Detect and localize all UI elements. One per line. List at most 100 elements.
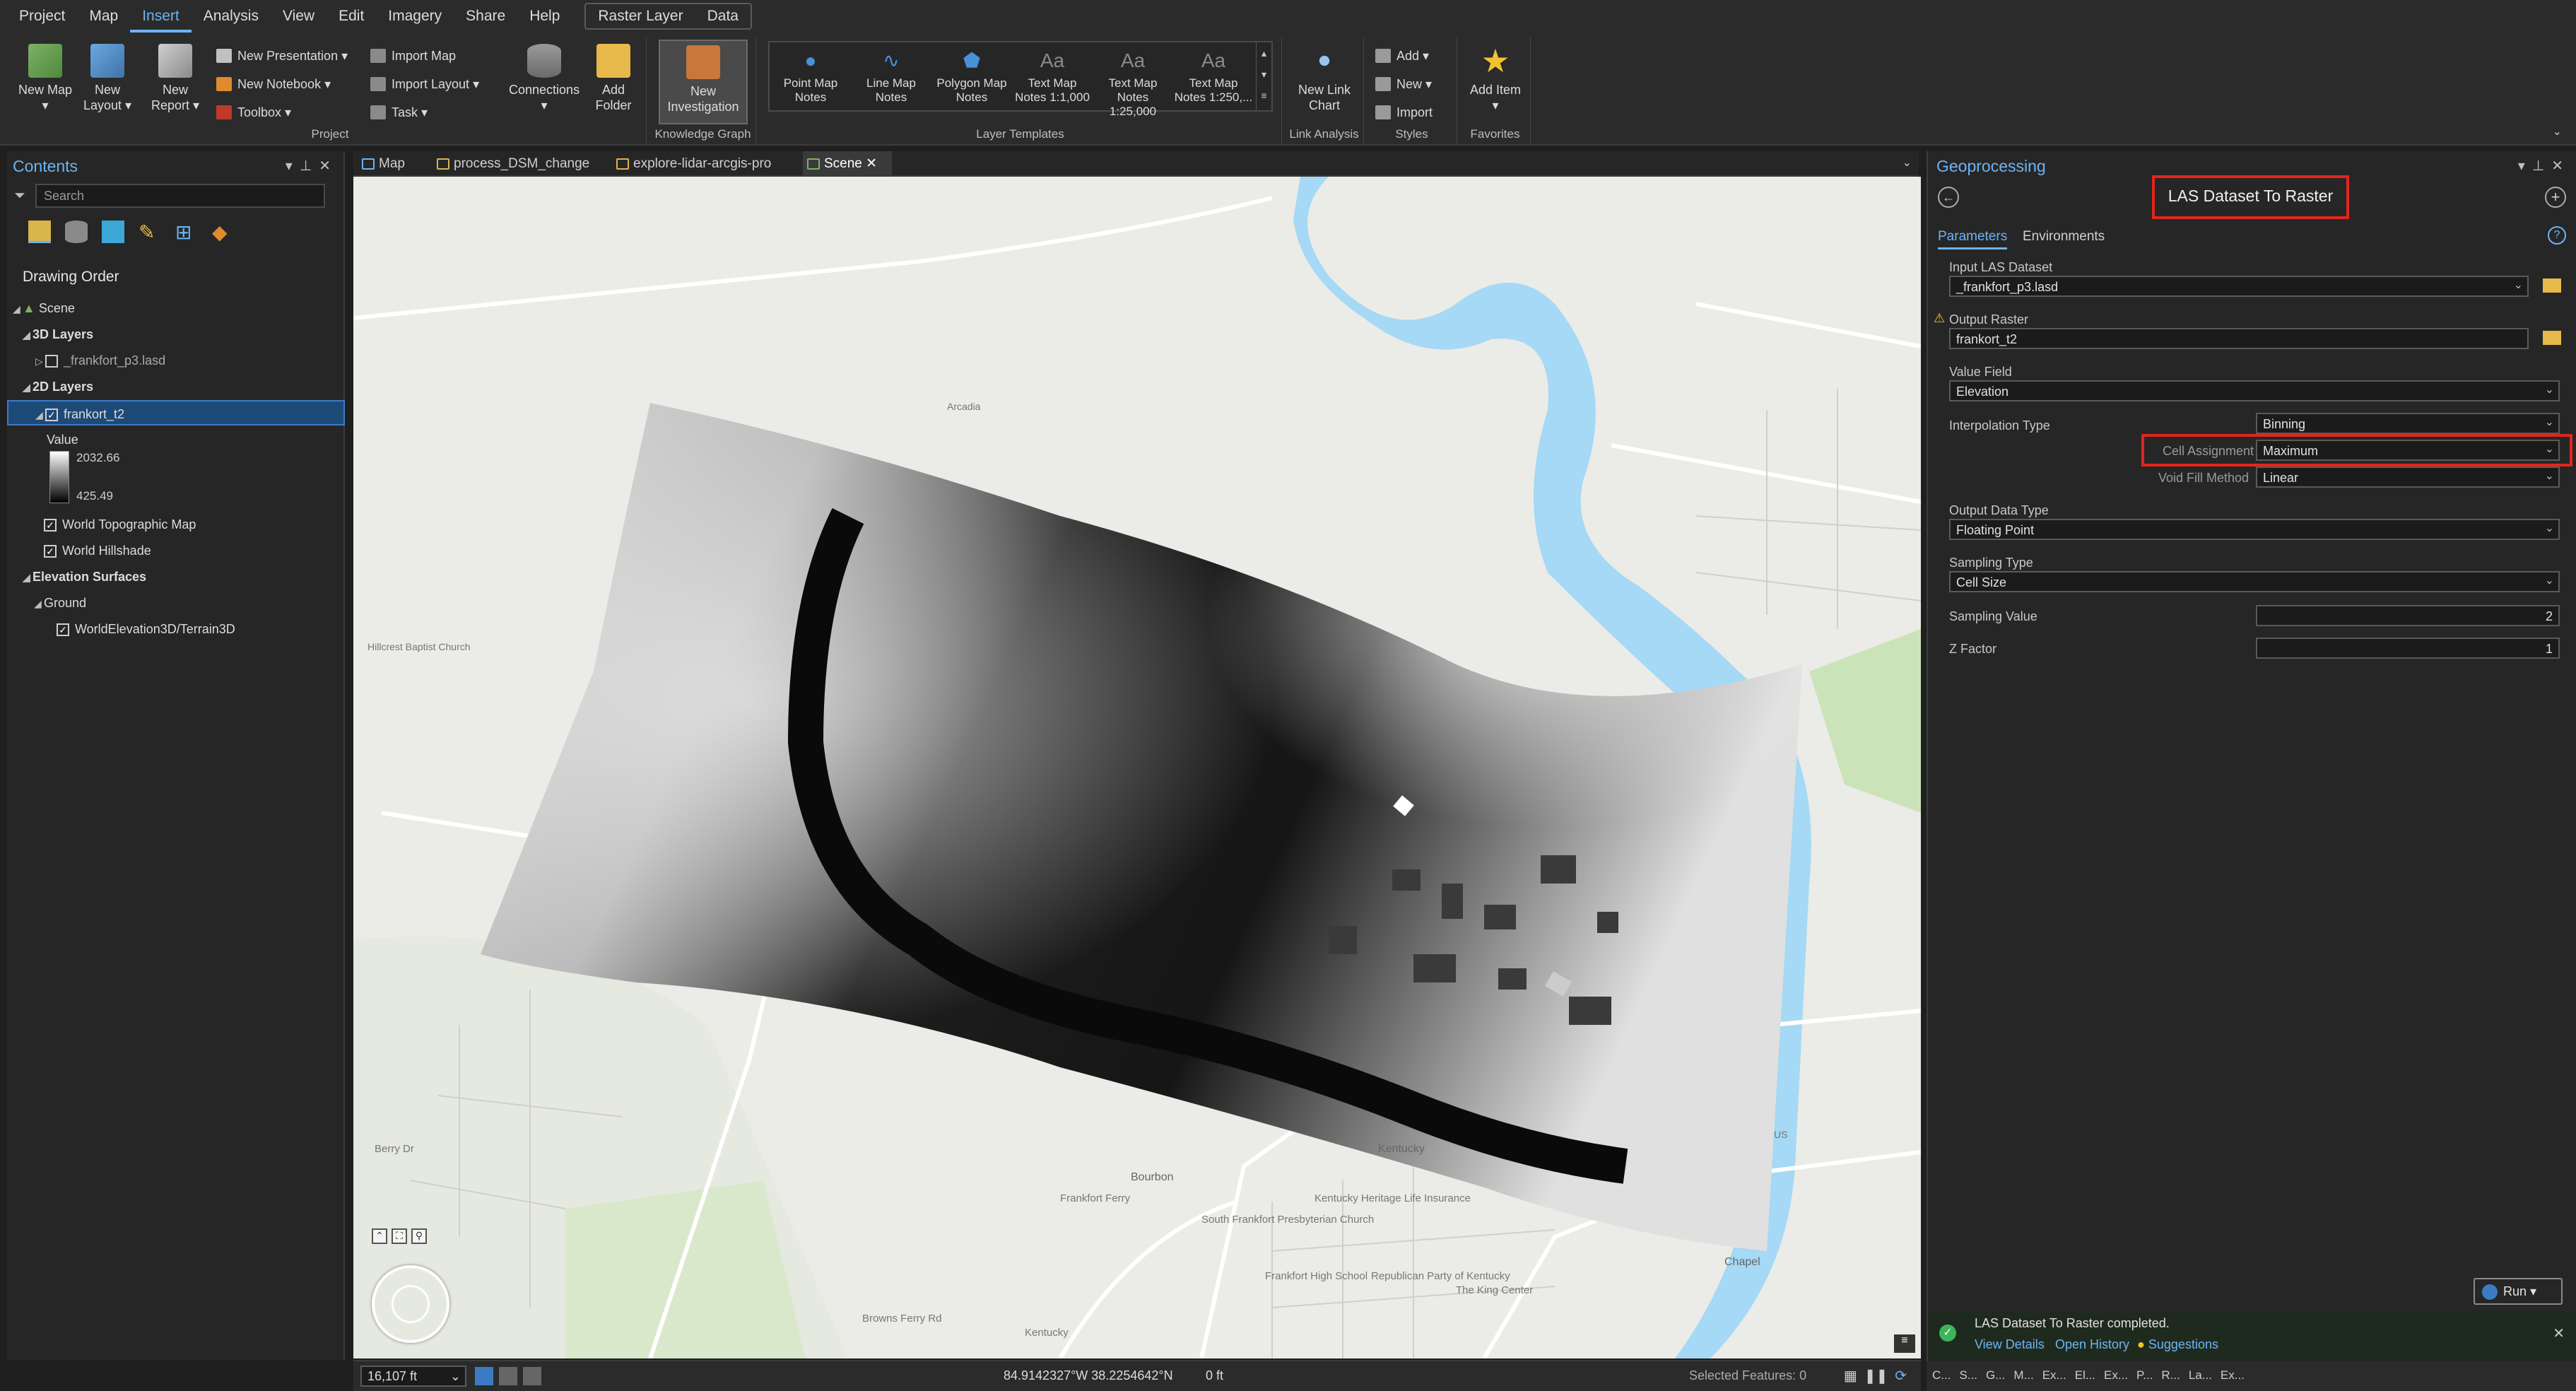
tree-world-topo[interactable]: ✓ World Topographic Map bbox=[7, 512, 345, 537]
contents-search-input[interactable]: Search bbox=[35, 184, 325, 208]
taskbar-item[interactable]: C... bbox=[1932, 1368, 1951, 1383]
open-history-link[interactable]: Open History bbox=[2055, 1337, 2129, 1352]
menu-analysis[interactable]: Analysis bbox=[192, 0, 271, 33]
point-map-notes-button[interactable]: ● Point Map Notes bbox=[771, 45, 850, 109]
labeling-icon[interactable]: ◆ bbox=[212, 221, 235, 243]
tree-world-hillshade[interactable]: ✓ World Hillshade bbox=[7, 538, 345, 563]
taskbar-item[interactable]: El... bbox=[2075, 1368, 2095, 1383]
tab-parameters[interactable]: Parameters bbox=[1938, 229, 2008, 250]
menu-insert[interactable]: Insert bbox=[130, 0, 192, 33]
taskbar-item[interactable]: Ex... bbox=[2104, 1368, 2128, 1383]
pause-icon[interactable]: ❚❚ bbox=[1864, 1367, 1888, 1385]
tab-process-dsm-change[interactable]: process_DSM_change bbox=[433, 151, 605, 177]
taskbar-item[interactable]: G... bbox=[1986, 1368, 2005, 1383]
new-report-button[interactable]: New Report ▾ bbox=[146, 40, 205, 124]
text-map-notes-25000-button[interactable]: Aa Text Map Notes 1:25,000 bbox=[1093, 45, 1172, 118]
taskbar-item[interactable]: La... bbox=[2189, 1368, 2212, 1383]
new-notebook-button[interactable]: New Notebook ▾ bbox=[213, 72, 331, 96]
terrain-checkbox[interactable]: ✓ bbox=[57, 623, 69, 637]
new-presentation-button[interactable]: New Presentation ▾ bbox=[213, 44, 348, 68]
close-tab-icon[interactable]: ✕ bbox=[866, 156, 877, 171]
tree-terrain3d[interactable]: ✓ WorldElevation3D/Terrain3D bbox=[7, 616, 345, 642]
input-las-field[interactable]: _frankfort_p3.lasd ⌄ bbox=[1949, 276, 2529, 297]
filter-icon[interactable]: ⏷ bbox=[14, 188, 25, 204]
pane-controls[interactable]: ▾⊥✕ bbox=[2518, 157, 2570, 175]
sampling-type-select[interactable]: Cell Size ⌄ bbox=[1949, 571, 2560, 592]
menu-map[interactable]: Map bbox=[77, 0, 130, 33]
taskbar-item[interactable]: R... bbox=[2161, 1368, 2180, 1383]
menu-raster-layer[interactable]: Raster Layer bbox=[586, 4, 695, 28]
add-icon[interactable]: + bbox=[2545, 187, 2566, 208]
tab-explore-lidar[interactable]: explore-lidar-arcgis-pro bbox=[612, 151, 799, 177]
table-icon[interactable]: ▦ bbox=[1844, 1367, 1857, 1385]
refresh-icon[interactable]: ⟳ bbox=[1895, 1367, 1907, 1385]
frankort-t2-checkbox[interactable]: ✓ bbox=[45, 409, 58, 422]
toolbox-button[interactable]: Toolbox ▾ bbox=[213, 100, 291, 124]
scale-input[interactable]: 16,107 ft ⌄ bbox=[360, 1366, 466, 1387]
navigator-compass[interactable] bbox=[372, 1265, 449, 1343]
z-factor-input[interactable]: 1 bbox=[2256, 638, 2560, 659]
import-map-button[interactable]: Import Map bbox=[367, 44, 456, 68]
add-folder-button[interactable]: Add Folder bbox=[584, 40, 643, 124]
lasd-checkbox[interactable] bbox=[45, 355, 58, 368]
menu-data[interactable]: Data bbox=[695, 4, 751, 28]
3d-view-icon[interactable] bbox=[475, 1367, 493, 1385]
import-layout-button[interactable]: Import Layout ▾ bbox=[367, 72, 479, 96]
tab-map[interactable]: Map bbox=[358, 151, 425, 177]
snapping-icon[interactable]: ⊞ bbox=[175, 221, 198, 243]
taskbar-item[interactable]: M... bbox=[2013, 1368, 2033, 1383]
topo-checkbox[interactable]: ✓ bbox=[44, 519, 57, 532]
browse-folder-icon[interactable] bbox=[2543, 278, 2561, 293]
taskbar-item[interactable]: S... bbox=[1959, 1368, 1977, 1383]
gallery-scroll[interactable]: ▴ ▾ ≡ bbox=[1256, 42, 1271, 110]
menu-imagery[interactable]: Imagery bbox=[376, 0, 454, 33]
suggestions-link[interactable]: ● Suggestions bbox=[2137, 1337, 2218, 1352]
styles-import-button[interactable]: Import bbox=[1372, 100, 1433, 124]
new-layout-button[interactable]: New Layout ▾ bbox=[78, 40, 137, 124]
menu-view[interactable]: View bbox=[271, 0, 327, 33]
view-details-link[interactable]: View Details bbox=[1975, 1337, 2045, 1352]
connections-button[interactable]: Connections ▾ bbox=[509, 40, 580, 124]
nav-person-icon[interactable]: ⚲ bbox=[411, 1228, 427, 1244]
add-item-button[interactable]: ★ Add Item ▾ bbox=[1466, 40, 1525, 124]
tab-scene[interactable]: Scene ✕ bbox=[803, 151, 892, 177]
styles-add-button[interactable]: Add ▾ bbox=[1372, 44, 1429, 68]
task-button[interactable]: Task ▾ bbox=[367, 100, 428, 124]
tree-3d-layers[interactable]: ◢ 3D Layers bbox=[7, 322, 345, 347]
drawing-order-icon[interactable] bbox=[28, 221, 51, 243]
tab-environments[interactable]: Environments bbox=[2023, 229, 2105, 245]
hillshade-checkbox[interactable]: ✓ bbox=[44, 545, 57, 558]
ribbon-collapse-icon[interactable]: ⌄ bbox=[2553, 124, 2562, 139]
styles-new-button[interactable]: New ▾ bbox=[1372, 72, 1432, 96]
scene-view[interactable]: Bourbon Kentucky Frankfort High School S… bbox=[353, 177, 1921, 1358]
tree-lasd-layer[interactable]: ▷ _frankfort_p3.lasd bbox=[7, 348, 345, 373]
grid-icon[interactable] bbox=[499, 1367, 517, 1385]
close-icon[interactable]: ✕ bbox=[2553, 1325, 2565, 1342]
edit-icon[interactable]: ✎ bbox=[139, 221, 161, 243]
cell-assignment-select[interactable]: Maximum ⌄ bbox=[2256, 440, 2560, 461]
attribution-icon[interactable]: ≡ bbox=[1894, 1334, 1915, 1353]
taskbar-item[interactable]: Ex... bbox=[2042, 1368, 2066, 1383]
polygon-map-notes-button[interactable]: ⬟ Polygon Map Notes bbox=[932, 45, 1011, 109]
tree-frankort-t2[interactable]: ◢ ✓ frankort_t2 bbox=[7, 400, 345, 425]
menu-project[interactable]: Project bbox=[7, 0, 77, 33]
menu-edit[interactable]: Edit bbox=[327, 0, 376, 33]
new-link-chart-button[interactable]: New Link Chart bbox=[1292, 40, 1357, 124]
navigator-inner-ring[interactable] bbox=[392, 1285, 430, 1323]
menu-help[interactable]: Help bbox=[517, 0, 572, 33]
nav-fullextent-icon[interactable]: ⛶ bbox=[392, 1228, 407, 1244]
menu-share[interactable]: Share bbox=[454, 0, 517, 33]
output-raster-field[interactable]: frankort_t2 bbox=[1949, 328, 2529, 349]
new-investigation-button[interactable]: New Investigation bbox=[659, 40, 748, 124]
nav-up-icon[interactable]: ⌃ bbox=[372, 1228, 387, 1244]
browse-folder-icon[interactable] bbox=[2543, 331, 2561, 345]
taskbar-item[interactable]: Ex... bbox=[2221, 1368, 2245, 1383]
void-fill-select[interactable]: Linear ⌄ bbox=[2256, 466, 2560, 488]
tree-ground[interactable]: ◢ Ground bbox=[7, 590, 345, 616]
fit-icon[interactable] bbox=[523, 1367, 541, 1385]
output-data-type-select[interactable]: Floating Point ⌄ bbox=[1949, 519, 2560, 540]
run-button[interactable]: Run ▾ bbox=[2474, 1278, 2563, 1305]
selection-icon[interactable] bbox=[102, 221, 124, 243]
tree-2d-layers[interactable]: ◢ 2D Layers bbox=[7, 374, 345, 399]
interpolation-type-select[interactable]: Binning ⌄ bbox=[2256, 413, 2560, 434]
